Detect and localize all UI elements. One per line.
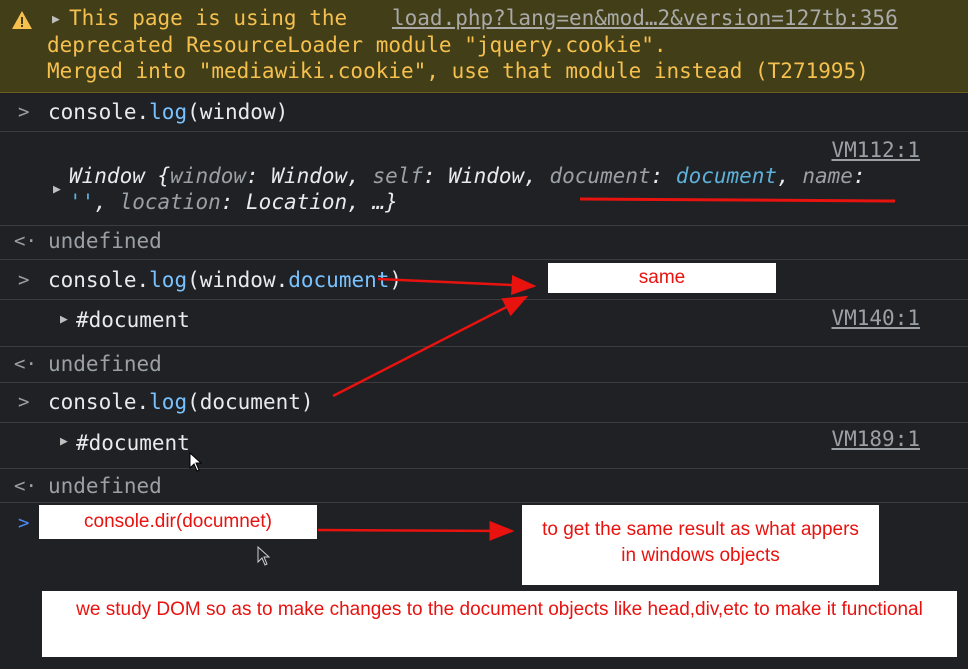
- console-return-row: <· undefined: [0, 347, 968, 383]
- console-output-row: ▶ #document VM140:1: [0, 300, 968, 347]
- expand-triangle-icon[interactable]: ▶: [53, 182, 61, 197]
- warning-line-2: deprecated ResourceLoader module "jquery…: [47, 33, 667, 57]
- expand-triangle-icon[interactable]: ▶: [60, 434, 68, 449]
- return-arrow-icon: <·: [14, 475, 37, 497]
- document-node[interactable]: #document: [76, 431, 190, 455]
- console-input[interactable]: console.log(document): [48, 390, 314, 414]
- expand-triangle-icon[interactable]: ▶: [52, 12, 60, 27]
- return-arrow-icon: <·: [14, 353, 37, 375]
- input-chevron-icon: >: [18, 269, 30, 291]
- annotation-result-note: to get the same result as what appers in…: [522, 505, 879, 585]
- console-return-row: <· undefined: [0, 226, 968, 260]
- source-link[interactable]: VM140:1: [831, 306, 920, 330]
- return-arrow-icon: <·: [14, 230, 37, 252]
- mouse-pointer-icon: [189, 452, 203, 472]
- annotation-console-dir: console.dir(documnet): [39, 505, 317, 539]
- mouse-pointer-icon: [257, 546, 271, 566]
- console-output-row: VM112:1 ▶ Window {window: Window, self: …: [0, 132, 968, 226]
- console-output-row: ▶ #document VM189:1: [0, 423, 968, 469]
- warning-line-3: Merged into "mediawiki.cookie", use that…: [47, 59, 869, 83]
- console-input[interactable]: console.log(window): [48, 100, 288, 124]
- return-value: undefined: [48, 474, 162, 498]
- input-chevron-icon: >: [18, 101, 30, 123]
- warning-line-1: This page is using the: [69, 6, 348, 30]
- warning-icon: [11, 10, 33, 35]
- annotation-same: same: [548, 263, 776, 293]
- window-object-preview-line2: '', location: Location, …}: [69, 190, 398, 214]
- console-input-row: > console.log(window.document): [0, 260, 968, 300]
- active-prompt-chevron-icon: >: [18, 512, 30, 534]
- return-value: undefined: [48, 352, 162, 376]
- document-node[interactable]: #document: [76, 308, 190, 332]
- expand-triangle-icon[interactable]: ▶: [60, 312, 68, 327]
- console-input-row: > console.log(document): [0, 383, 968, 423]
- console-return-row: <· undefined: [0, 469, 968, 503]
- return-value: undefined: [48, 229, 162, 253]
- warning-source-link[interactable]: load.php?lang=en&mod…2&version=127tb:356: [392, 6, 898, 30]
- deprecation-warning: ▶ This page is using the load.php?lang=e…: [0, 0, 968, 93]
- source-link[interactable]: VM112:1: [831, 138, 920, 162]
- console-input-row: > console.log(window): [0, 93, 968, 132]
- annotation-bottom-note: we study DOM so as to make changes to th…: [42, 591, 957, 657]
- window-object-preview[interactable]: Window {window: Window, self: Window, do…: [69, 164, 866, 188]
- console-input[interactable]: console.log(window.document): [48, 268, 402, 292]
- input-chevron-icon: >: [18, 391, 30, 413]
- source-link[interactable]: VM189:1: [831, 427, 920, 451]
